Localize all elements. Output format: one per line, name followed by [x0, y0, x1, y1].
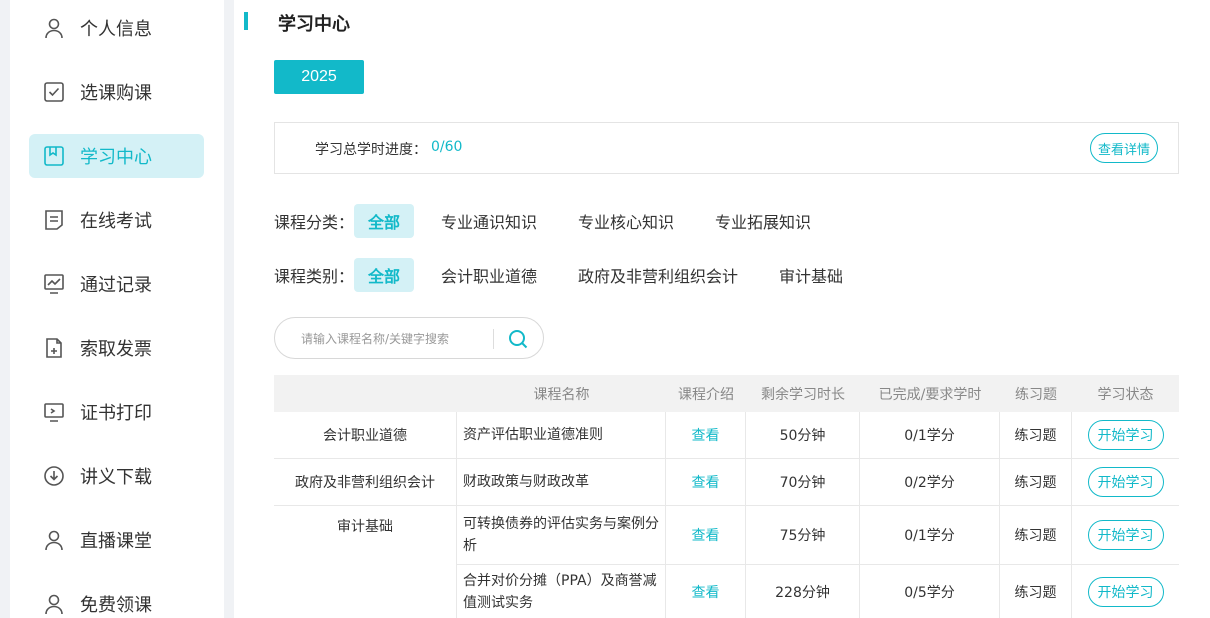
remaining-time-cell: 50分钟 — [746, 412, 860, 459]
category-option-core[interactable]: 专业核心知识 — [564, 204, 688, 238]
sidebar-item-online-exam[interactable]: 在线考试 — [29, 198, 204, 242]
chart-icon — [43, 273, 65, 295]
sidebar-item-label: 讲义下载 — [80, 467, 152, 488]
category-cell: 审计基础 — [274, 506, 457, 618]
course-name-cell: 财政政策与财政改革 — [457, 459, 666, 506]
exercise-cell[interactable]: 练习题 — [1000, 459, 1072, 506]
credits-cell: 0/5学分 — [860, 565, 1000, 618]
type-option-ethics[interactable]: 会计职业道德 — [427, 258, 551, 292]
type-filter: 课程类别： 全部 会计职业道德 政府及非营利组织会计 审计基础 — [274, 258, 870, 292]
sidebar-item-label: 直播课堂 — [80, 531, 152, 552]
document-icon — [43, 209, 65, 231]
sidebar-item-label: 选课购课 — [80, 83, 152, 104]
sidebar: 个人信息 选课购课 学习中心 在线考试 通过记录 索取发票 证书打印 讲义下载 … — [10, 0, 224, 618]
category-option-general[interactable]: 专业通识知识 — [427, 204, 551, 238]
download-icon — [43, 465, 65, 487]
course-name-cell: 可转换债券的评估实务与案例分析 — [457, 506, 666, 565]
view-intro-link[interactable]: 查看 — [692, 425, 720, 445]
header-exercise: 练习题 — [1015, 386, 1057, 403]
status-cell: 开始学习 — [1072, 412, 1179, 459]
credits-cell: 0/1学分 — [860, 506, 1000, 565]
sidebar-item-learning-center[interactable]: 学习中心 — [29, 134, 204, 178]
start-learning-button[interactable]: 开始学习 — [1087, 520, 1164, 550]
header-course-intro: 课程介绍 — [678, 386, 734, 403]
progress-label: 学习总学时进度： — [315, 142, 427, 158]
table-header: 课程名称 课程介绍 剩余学习时长 已完成/要求学时 练习题 学习状态 — [274, 375, 1179, 412]
remaining-time-cell: 75分钟 — [746, 506, 860, 565]
remaining-time-cell: 70分钟 — [746, 459, 860, 506]
start-learning-button[interactable]: 开始学习 — [1087, 420, 1164, 450]
search-box — [274, 317, 544, 359]
exercise-cell[interactable]: 练习题 — [1000, 565, 1072, 618]
intro-cell: 查看 — [666, 459, 746, 506]
status-cell: 开始学习 — [1072, 506, 1179, 565]
course-name-cell: 合并对价分摊（PPA）及商誉减值测试实务 — [457, 565, 666, 618]
sidebar-item-label: 免费领课 — [80, 595, 152, 616]
sidebar-item-certificate-print[interactable]: 证书打印 — [29, 390, 204, 434]
main-content: 学习中心 2025 学习总学时进度： 0/60 查看详情 课程分类： 全部 专业… — [234, 0, 1210, 618]
sidebar-item-personal-info[interactable]: 个人信息 — [29, 6, 204, 50]
user-icon — [43, 17, 65, 39]
exercise-cell[interactable]: 练习题 — [1000, 506, 1072, 565]
monitor-icon — [43, 401, 65, 423]
category-option-extended[interactable]: 专业拓展知识 — [701, 204, 825, 238]
sidebar-item-label: 证书打印 — [80, 403, 152, 424]
user-icon — [43, 529, 65, 551]
view-intro-link[interactable]: 查看 — [692, 472, 720, 492]
sidebar-item-label: 在线考试 — [80, 211, 152, 232]
category-cell: 会计职业道德 — [274, 412, 457, 459]
sidebar-item-label: 索取发票 — [80, 339, 152, 360]
status-cell: 开始学习 — [1072, 565, 1179, 618]
search-divider — [493, 329, 494, 349]
sidebar-item-course-select[interactable]: 选课购课 — [29, 70, 204, 114]
header-credits: 已完成/要求学时 — [878, 386, 982, 403]
intro-cell: 查看 — [666, 565, 746, 618]
view-details-button[interactable]: 查看详情 — [1090, 133, 1158, 163]
type-filter-label: 课程类别： — [274, 267, 355, 286]
remaining-time-cell: 228分钟 — [746, 565, 860, 618]
course-name-cell: 资产评估职业道德准则 — [457, 412, 666, 459]
search-input[interactable] — [301, 329, 481, 349]
start-learning-button[interactable]: 开始学习 — [1087, 467, 1164, 497]
page-title: 学习中心 — [278, 14, 350, 35]
sidebar-item-pass-records[interactable]: 通过记录 — [29, 262, 204, 306]
view-intro-link[interactable]: 查看 — [692, 582, 720, 602]
title-accent-bar — [244, 12, 248, 30]
start-learning-button[interactable]: 开始学习 — [1087, 576, 1164, 607]
header-remaining-time: 剩余学习时长 — [761, 386, 845, 403]
view-intro-link[interactable]: 查看 — [692, 525, 720, 545]
progress-panel: 学习总学时进度： 0/60 查看详情 — [274, 122, 1179, 174]
search-icon[interactable] — [507, 328, 529, 350]
invoice-icon — [43, 337, 65, 359]
user-icon — [43, 593, 65, 615]
sidebar-item-live-class[interactable]: 直播课堂 — [29, 518, 204, 562]
bookmark-icon — [43, 145, 65, 167]
type-option-government[interactable]: 政府及非营利组织会计 — [564, 258, 752, 292]
sidebar-item-label: 通过记录 — [80, 275, 152, 296]
exercise-cell[interactable]: 练习题 — [1000, 412, 1072, 459]
category-option-all[interactable]: 全部 — [354, 204, 415, 238]
progress-value: 0/60 — [431, 139, 463, 155]
credits-cell: 0/2学分 — [860, 459, 1000, 506]
sidebar-item-label: 学习中心 — [80, 147, 152, 168]
year-button[interactable]: 2025 — [274, 60, 364, 94]
checkbox-icon — [43, 81, 65, 103]
type-option-all[interactable]: 全部 — [354, 258, 415, 292]
sidebar-item-free-course[interactable]: 免费领课 — [29, 582, 204, 618]
sidebar-item-handout-download[interactable]: 讲义下载 — [29, 454, 204, 498]
sidebar-item-label: 个人信息 — [80, 19, 152, 40]
credits-cell: 0/1学分 — [860, 412, 1000, 459]
header-status: 学习状态 — [1097, 386, 1154, 403]
intro-cell: 查看 — [666, 412, 746, 459]
category-cell: 政府及非营利组织会计 — [274, 459, 457, 506]
sidebar-item-invoice[interactable]: 索取发票 — [29, 326, 204, 370]
category-filter-label: 课程分类： — [274, 213, 355, 232]
header-course-name: 课程名称 — [533, 386, 590, 403]
type-option-audit[interactable]: 审计基础 — [765, 258, 857, 292]
status-cell: 开始学习 — [1072, 459, 1179, 506]
intro-cell: 查看 — [666, 506, 746, 565]
category-filter: 课程分类： 全部 专业通识知识 专业核心知识 专业拓展知识 — [274, 204, 838, 238]
